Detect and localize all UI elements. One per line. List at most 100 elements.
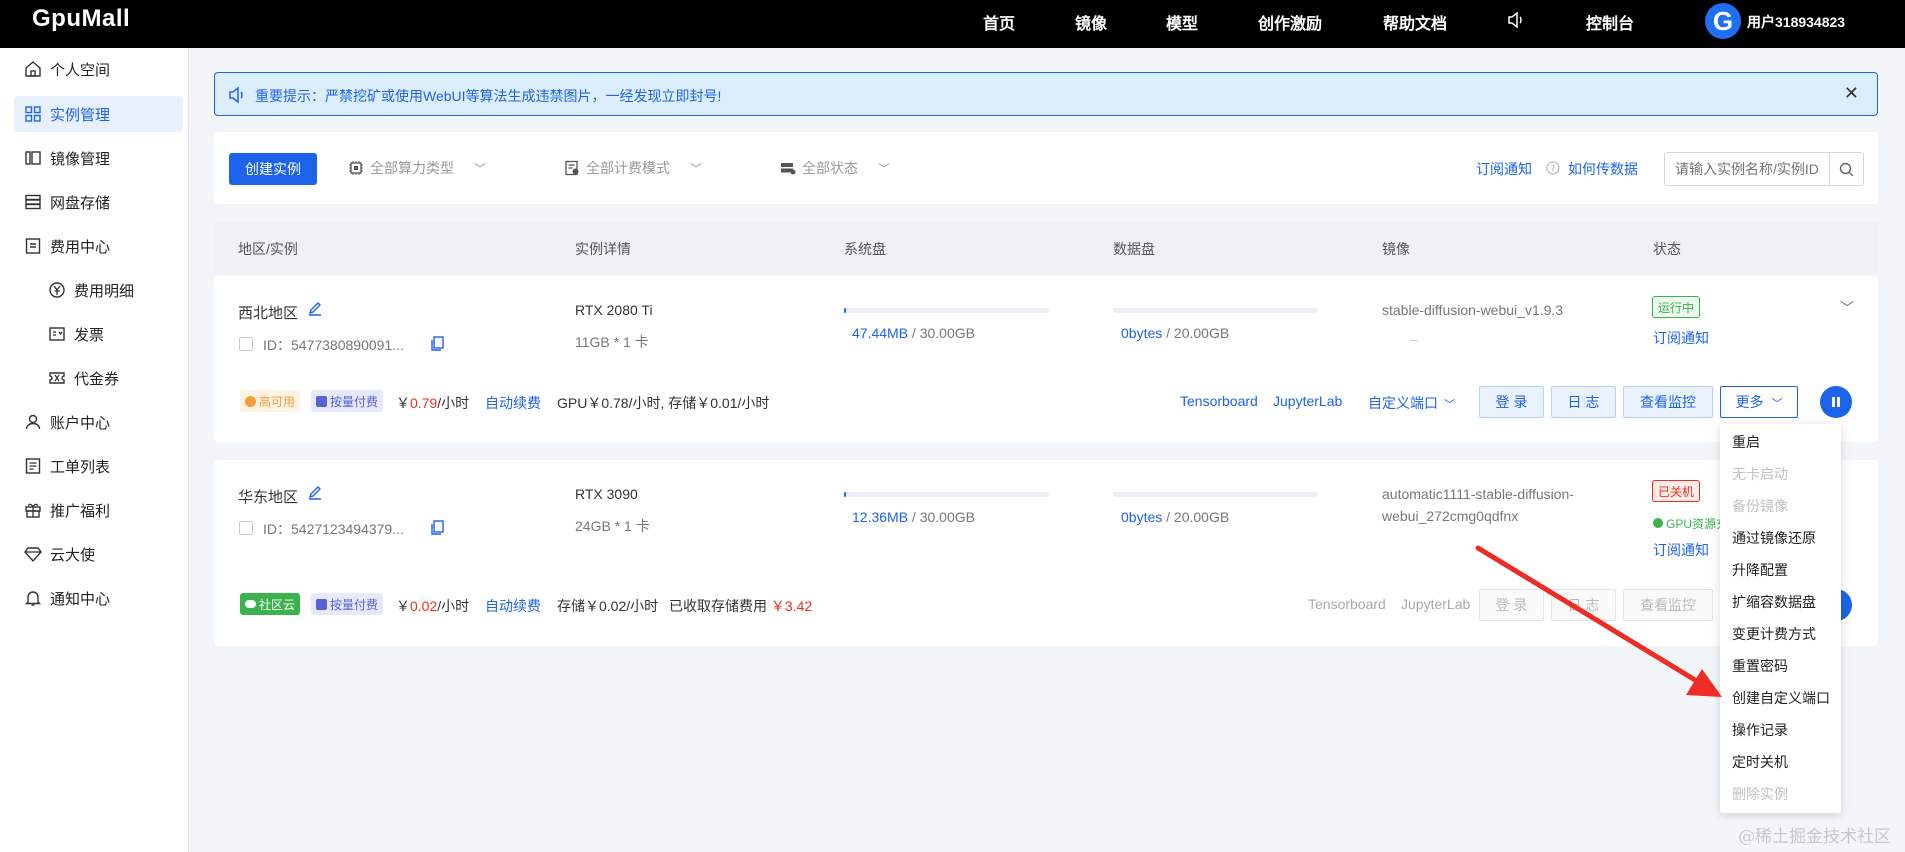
more-dropdown-button[interactable]: 更多 ﹀ <box>1720 386 1798 418</box>
hourly-price: ￥0.02/小时 <box>396 598 470 614</box>
pause-button[interactable] <box>1820 386 1852 418</box>
subscribe-notice-link[interactable]: 订阅通知 <box>1653 540 1709 560</box>
billing-mode-filter[interactable]: 全部计费模式 ﹀ <box>564 158 702 178</box>
svg-text:?: ? <box>1551 165 1556 175</box>
menu-item-restore-from-image[interactable]: 通过镜像还原 <box>1732 528 1816 548</box>
search-input[interactable] <box>1675 161 1823 177</box>
nav-model[interactable]: 模型 <box>1166 10 1198 34</box>
data-disk-bar <box>1113 492 1318 497</box>
system-disk-usage: 47.44MB / 30.00GB <box>852 325 975 341</box>
sidebar-item-personal-space[interactable]: 个人空间 <box>14 51 183 87</box>
sidebar-item-tickets[interactable]: 工单列表 <box>14 448 183 484</box>
jupyterlab-link[interactable]: JupyterLab <box>1273 393 1342 409</box>
sidebar-item-invoice[interactable]: 发票 <box>14 316 183 352</box>
home-icon <box>24 60 42 78</box>
compute-type-filter[interactable]: 全部算力类型 ﹀ <box>348 158 486 178</box>
gift-icon <box>24 501 42 519</box>
tensorboard-link[interactable]: Tensorboard <box>1308 596 1386 612</box>
data-disk-bar <box>1113 308 1318 313</box>
subscribe-notice-link[interactable]: 订阅通知 <box>1476 159 1532 179</box>
menu-item-scheduled-shutdown[interactable]: 定时关机 <box>1732 752 1788 772</box>
expand-chevron-icon[interactable]: ﹀ <box>1840 298 1854 318</box>
logo[interactable]: GpuMall <box>32 5 130 33</box>
auto-renew-link[interactable]: 自动续费 <box>485 596 541 616</box>
avatar[interactable]: G <box>1705 3 1741 39</box>
coupon-icon <box>48 369 66 387</box>
menu-item-backup-image[interactable]: 备份镜像 <box>1732 496 1788 516</box>
nav-incentive[interactable]: 创作激励 <box>1258 10 1322 34</box>
chevron-down-icon: ﹀ <box>1444 399 1455 411</box>
custom-port-dropdown[interactable]: 自定义端口 ﹀ <box>1368 393 1455 413</box>
divider <box>1410 340 1418 341</box>
billing-icon <box>24 237 42 255</box>
username[interactable]: 用户318934823 <box>1747 12 1845 32</box>
system-disk-usage: 12.36MB / 30.00GB <box>852 509 975 525</box>
availability-badge: 高可用 <box>240 390 301 412</box>
edit-icon[interactable] <box>307 485 323 501</box>
sidebar-item-billing[interactable]: 费用中心 <box>14 228 183 264</box>
auto-renew-link[interactable]: 自动续费 <box>485 393 541 413</box>
menu-item-change-config[interactable]: 升降配置 <box>1732 560 1788 580</box>
sidebar-item-ambassador[interactable]: 云大使 <box>14 536 183 572</box>
mirror-icon <box>24 149 42 167</box>
sidebar-item-instances[interactable]: 实例管理 <box>14 96 183 132</box>
cost-detail: GPU￥0.78/小时, 存储￥0.01/小时 <box>557 395 770 411</box>
login-button[interactable]: 登 录 <box>1479 386 1544 418</box>
search-button[interactable] <box>1829 153 1863 185</box>
sidebar-item-mirrors[interactable]: 镜像管理 <box>14 140 183 176</box>
sidebar-item-promotion[interactable]: 推广福利 <box>14 492 183 528</box>
menu-item-restart[interactable]: 重启 <box>1732 432 1760 452</box>
chevron-down-icon: ﹀ <box>878 161 891 176</box>
sidebar-item-account[interactable]: 账户中心 <box>14 404 183 440</box>
instance-id: ID：5427123494379... <box>263 521 404 537</box>
sidebar-item-coupon[interactable]: 代金券 <box>14 360 183 396</box>
menu-item-resize-data-disk[interactable]: 扩缩容数据盘 <box>1732 592 1816 612</box>
jupyterlab-link[interactable]: JupyterLab <box>1401 596 1470 612</box>
instance-checkbox[interactable] <box>239 521 253 535</box>
data-disk-usage: 0bytes / 20.00GB <box>1121 325 1230 341</box>
log-button[interactable]: 日 志 <box>1551 386 1616 418</box>
menu-item-operation-log[interactable]: 操作记录 <box>1732 720 1788 740</box>
help-icon: ? <box>1546 161 1560 175</box>
menu-item-create-custom-port[interactable]: 创建自定义端口 <box>1732 688 1830 708</box>
nav-home[interactable]: 首页 <box>983 10 1015 34</box>
nav-console[interactable]: 控制台 <box>1586 10 1634 34</box>
instance-checkbox[interactable] <box>239 337 253 351</box>
nav-help-docs[interactable]: 帮助文档 <box>1383 10 1447 34</box>
copy-icon[interactable] <box>430 336 445 352</box>
gpu-model: RTX 2080 Ti <box>575 302 653 318</box>
create-instance-button[interactable]: 创建实例 <box>229 153 317 185</box>
watermark: @稀土掘金技术社区 <box>1738 827 1891 847</box>
menu-item-start-without-gpu[interactable]: 无卡启动 <box>1732 464 1788 484</box>
monitor-button[interactable]: 查看监控 <box>1623 386 1713 418</box>
sidebar-item-storage[interactable]: 网盘存储 <box>14 184 183 220</box>
speaker-icon[interactable] <box>1506 10 1526 30</box>
how-to-transfer-data-link[interactable]: 如何传数据 <box>1568 159 1638 179</box>
subscribe-notice-link[interactable]: 订阅通知 <box>1653 328 1709 348</box>
card-icon <box>316 598 327 610</box>
sidebar-item-notifications[interactable]: 通知中心 <box>14 580 183 616</box>
menu-item-change-billing[interactable]: 变更计费方式 <box>1732 624 1816 644</box>
diamond-icon <box>24 545 42 563</box>
monitor-button[interactable]: 查看监控 <box>1623 589 1713 621</box>
login-button[interactable]: 登 录 <box>1479 589 1544 621</box>
instance-region: 华东地区 <box>238 489 299 506</box>
instance-id: ID：5477380890091... <box>263 337 404 353</box>
menu-item-delete-instance[interactable]: 删除实例 <box>1732 784 1788 804</box>
image-name-continued: webui_272cmg0qdfnx <box>1382 508 1519 524</box>
edit-icon[interactable] <box>307 301 323 317</box>
tensorboard-link[interactable]: Tensorboard <box>1180 393 1258 409</box>
close-icon[interactable]: ✕ <box>1844 83 1859 104</box>
sidebar-item-cost-detail[interactable]: 费用明细 <box>14 272 183 308</box>
bell-icon <box>24 589 42 607</box>
nav-mirror[interactable]: 镜像 <box>1075 10 1107 34</box>
chip-icon <box>349 161 363 175</box>
pay-mode-badge: 按量付费 <box>311 390 384 412</box>
chevron-down-icon: ﹀ <box>690 161 703 176</box>
status-filter[interactable]: 全部状态 ﹀ <box>780 158 890 178</box>
column-header: 镜像 <box>1382 241 1410 257</box>
log-button[interactable]: 日 志 <box>1551 589 1616 621</box>
chevron-down-icon: ﹀ <box>474 161 487 176</box>
menu-item-reset-password[interactable]: 重置密码 <box>1732 656 1788 676</box>
copy-icon[interactable] <box>430 520 445 536</box>
